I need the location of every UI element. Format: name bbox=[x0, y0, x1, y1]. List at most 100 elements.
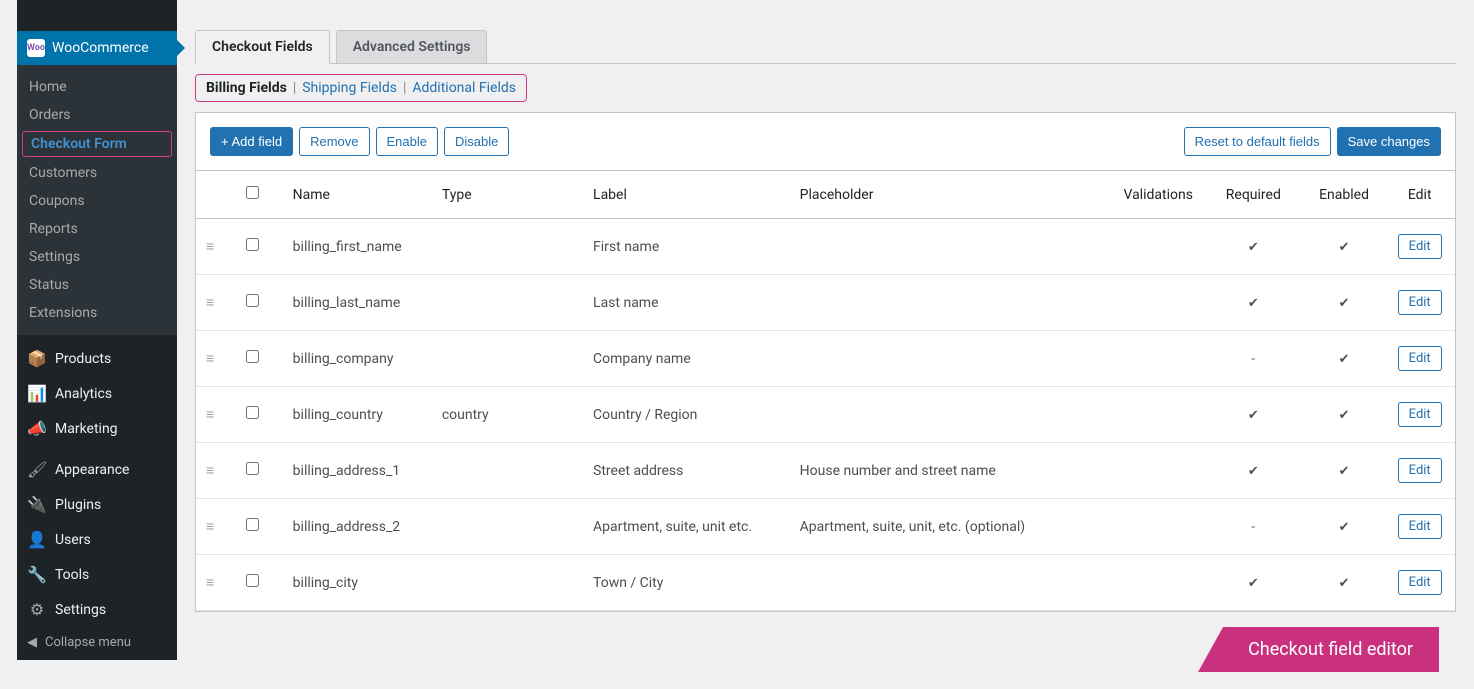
sidebar-subitem-extensions[interactable]: Extensions bbox=[17, 299, 177, 327]
cell-type bbox=[432, 443, 583, 499]
cell-type bbox=[432, 219, 583, 275]
row-checkbox[interactable] bbox=[246, 238, 259, 251]
save-button[interactable]: Save changes bbox=[1337, 127, 1441, 156]
enable-button[interactable]: Enable bbox=[376, 127, 438, 156]
cell-placeholder bbox=[790, 219, 1072, 275]
sidebar-item-settings[interactable]: ⚙Settings bbox=[17, 592, 177, 627]
sidebar-subitem-orders[interactable]: Orders bbox=[17, 101, 177, 129]
cell-label: Street address bbox=[583, 443, 790, 499]
nav-tabs: Checkout FieldsAdvanced Settings bbox=[195, 30, 1456, 64]
content-area: Checkout FieldsAdvanced Settings Billing… bbox=[195, 30, 1456, 612]
cell-enabled: ✔ bbox=[1304, 275, 1385, 331]
cell-enabled: ✔ bbox=[1304, 555, 1385, 611]
table-row: ≡ billing_company Company name - ✔ Edit bbox=[196, 331, 1455, 387]
cell-enabled: ✔ bbox=[1304, 443, 1385, 499]
drag-handle-icon[interactable]: ≡ bbox=[206, 239, 214, 255]
cell-required: ✔ bbox=[1203, 555, 1304, 611]
cell-label: Country / Region bbox=[583, 387, 790, 443]
cell-enabled: ✔ bbox=[1304, 499, 1385, 555]
cell-placeholder: House number and street name bbox=[790, 443, 1072, 499]
user-icon: 👤 bbox=[27, 530, 47, 549]
sidebar-item-tools[interactable]: 🔧Tools bbox=[17, 557, 177, 592]
sidebar-subitem-home[interactable]: Home bbox=[17, 73, 177, 101]
cell-label: Town / City bbox=[583, 555, 790, 611]
drag-handle-icon[interactable]: ≡ bbox=[206, 575, 214, 591]
table-row: ≡ billing_address_1 Street address House… bbox=[196, 443, 1455, 499]
drag-handle-icon[interactable]: ≡ bbox=[206, 463, 214, 479]
sidebar-subitem-settings[interactable]: Settings bbox=[17, 243, 177, 271]
table-row: ≡ billing_address_2 Apartment, suite, un… bbox=[196, 499, 1455, 555]
wrench-icon: 🔧 bbox=[27, 565, 47, 584]
edit-button[interactable]: Edit bbox=[1398, 290, 1442, 315]
sidebar-item-users[interactable]: 👤Users bbox=[17, 522, 177, 557]
cell-validations bbox=[1072, 275, 1203, 331]
sidebar-subitem-customers[interactable]: Customers bbox=[17, 159, 177, 187]
cell-type bbox=[432, 499, 583, 555]
cell-required: ✔ bbox=[1203, 387, 1304, 443]
edit-button[interactable]: Edit bbox=[1398, 346, 1442, 371]
table-row: ≡ billing_first_name First name ✔ ✔ Edit bbox=[196, 219, 1455, 275]
collapse-menu-label: Collapse menu bbox=[45, 635, 131, 650]
edit-button[interactable]: Edit bbox=[1398, 402, 1442, 427]
sliders-icon: ⚙ bbox=[27, 600, 47, 619]
mega-icon: 📣 bbox=[27, 419, 47, 438]
cell-enabled: ✔ bbox=[1304, 219, 1385, 275]
tab-checkout-fields[interactable]: Checkout Fields bbox=[195, 30, 330, 64]
sidebar-subitem-reports[interactable]: Reports bbox=[17, 215, 177, 243]
woocommerce-icon: Woo bbox=[27, 39, 45, 57]
cell-type bbox=[432, 275, 583, 331]
sidebar-item-products[interactable]: 📦Products bbox=[17, 341, 177, 376]
sidebar-subitem-coupons[interactable]: Coupons bbox=[17, 187, 177, 215]
cell-label: Company name bbox=[583, 331, 790, 387]
col-label: Label bbox=[583, 171, 790, 219]
reset-button[interactable]: Reset to default fields bbox=[1184, 127, 1331, 156]
subtab-additional-fields[interactable]: Additional Fields bbox=[412, 80, 516, 96]
drag-handle-icon[interactable]: ≡ bbox=[206, 295, 214, 311]
plug-icon: 🔌 bbox=[27, 495, 47, 514]
subtab-billing-fields[interactable]: Billing Fields bbox=[206, 80, 287, 96]
edit-button[interactable]: Edit bbox=[1398, 570, 1442, 595]
add-field-button[interactable]: + Add field bbox=[210, 127, 293, 156]
row-checkbox[interactable] bbox=[246, 518, 259, 531]
sidebar-item-plugins[interactable]: 🔌Plugins bbox=[17, 487, 177, 522]
woocommerce-label: WooCommerce bbox=[52, 40, 149, 56]
cell-placeholder bbox=[790, 387, 1072, 443]
tab-advanced-settings[interactable]: Advanced Settings bbox=[336, 30, 488, 64]
row-checkbox[interactable] bbox=[246, 574, 259, 587]
col-enabled: Enabled bbox=[1304, 171, 1385, 219]
cell-enabled: ✔ bbox=[1304, 331, 1385, 387]
cell-name: billing_company bbox=[283, 331, 432, 387]
drag-handle-icon[interactable]: ≡ bbox=[206, 351, 214, 367]
drag-handle-icon[interactable]: ≡ bbox=[206, 519, 214, 535]
sidebar-item-marketing[interactable]: 📣Marketing bbox=[17, 411, 177, 446]
select-all-checkbox[interactable] bbox=[246, 186, 259, 199]
brush-icon: 🖌 bbox=[27, 460, 47, 479]
row-checkbox[interactable] bbox=[246, 294, 259, 307]
table-row: ≡ billing_city Town / City ✔ ✔ Edit bbox=[196, 555, 1455, 611]
remove-button[interactable]: Remove bbox=[299, 127, 369, 156]
edit-button[interactable]: Edit bbox=[1398, 234, 1442, 259]
fields-table: Name Type Label Placeholder Validations … bbox=[196, 170, 1455, 611]
sidebar-subitem-checkout-form[interactable]: Checkout Form bbox=[22, 131, 172, 157]
disable-button[interactable]: Disable bbox=[444, 127, 509, 156]
row-checkbox[interactable] bbox=[246, 406, 259, 419]
admin-main-menu: 📦Products📊Analytics📣Marketing 🖌Appearance… bbox=[17, 335, 177, 627]
cell-type bbox=[432, 331, 583, 387]
sidebar-item-appearance[interactable]: 🖌Appearance bbox=[17, 452, 177, 487]
edit-button[interactable]: Edit bbox=[1398, 514, 1442, 539]
drag-handle-icon[interactable]: ≡ bbox=[206, 407, 214, 423]
sidebar-item-woocommerce[interactable]: Woo WooCommerce bbox=[17, 31, 177, 65]
row-checkbox[interactable] bbox=[246, 462, 259, 475]
collapse-menu[interactable]: ◀ Collapse menu bbox=[17, 627, 177, 658]
cell-name: billing_first_name bbox=[283, 219, 432, 275]
cell-validations bbox=[1072, 443, 1203, 499]
col-name: Name bbox=[283, 171, 432, 219]
sidebar-item-analytics[interactable]: 📊Analytics bbox=[17, 376, 177, 411]
admin-sidebar: Woo WooCommerce HomeOrdersCheckout FormC… bbox=[17, 0, 177, 660]
edit-button[interactable]: Edit bbox=[1398, 458, 1442, 483]
sidebar-subitem-status[interactable]: Status bbox=[17, 271, 177, 299]
col-required: Required bbox=[1203, 171, 1304, 219]
row-checkbox[interactable] bbox=[246, 350, 259, 363]
subtab-shipping-fields[interactable]: Shipping Fields bbox=[302, 80, 397, 96]
table-row: ≡ billing_last_name Last name ✔ ✔ Edit bbox=[196, 275, 1455, 331]
